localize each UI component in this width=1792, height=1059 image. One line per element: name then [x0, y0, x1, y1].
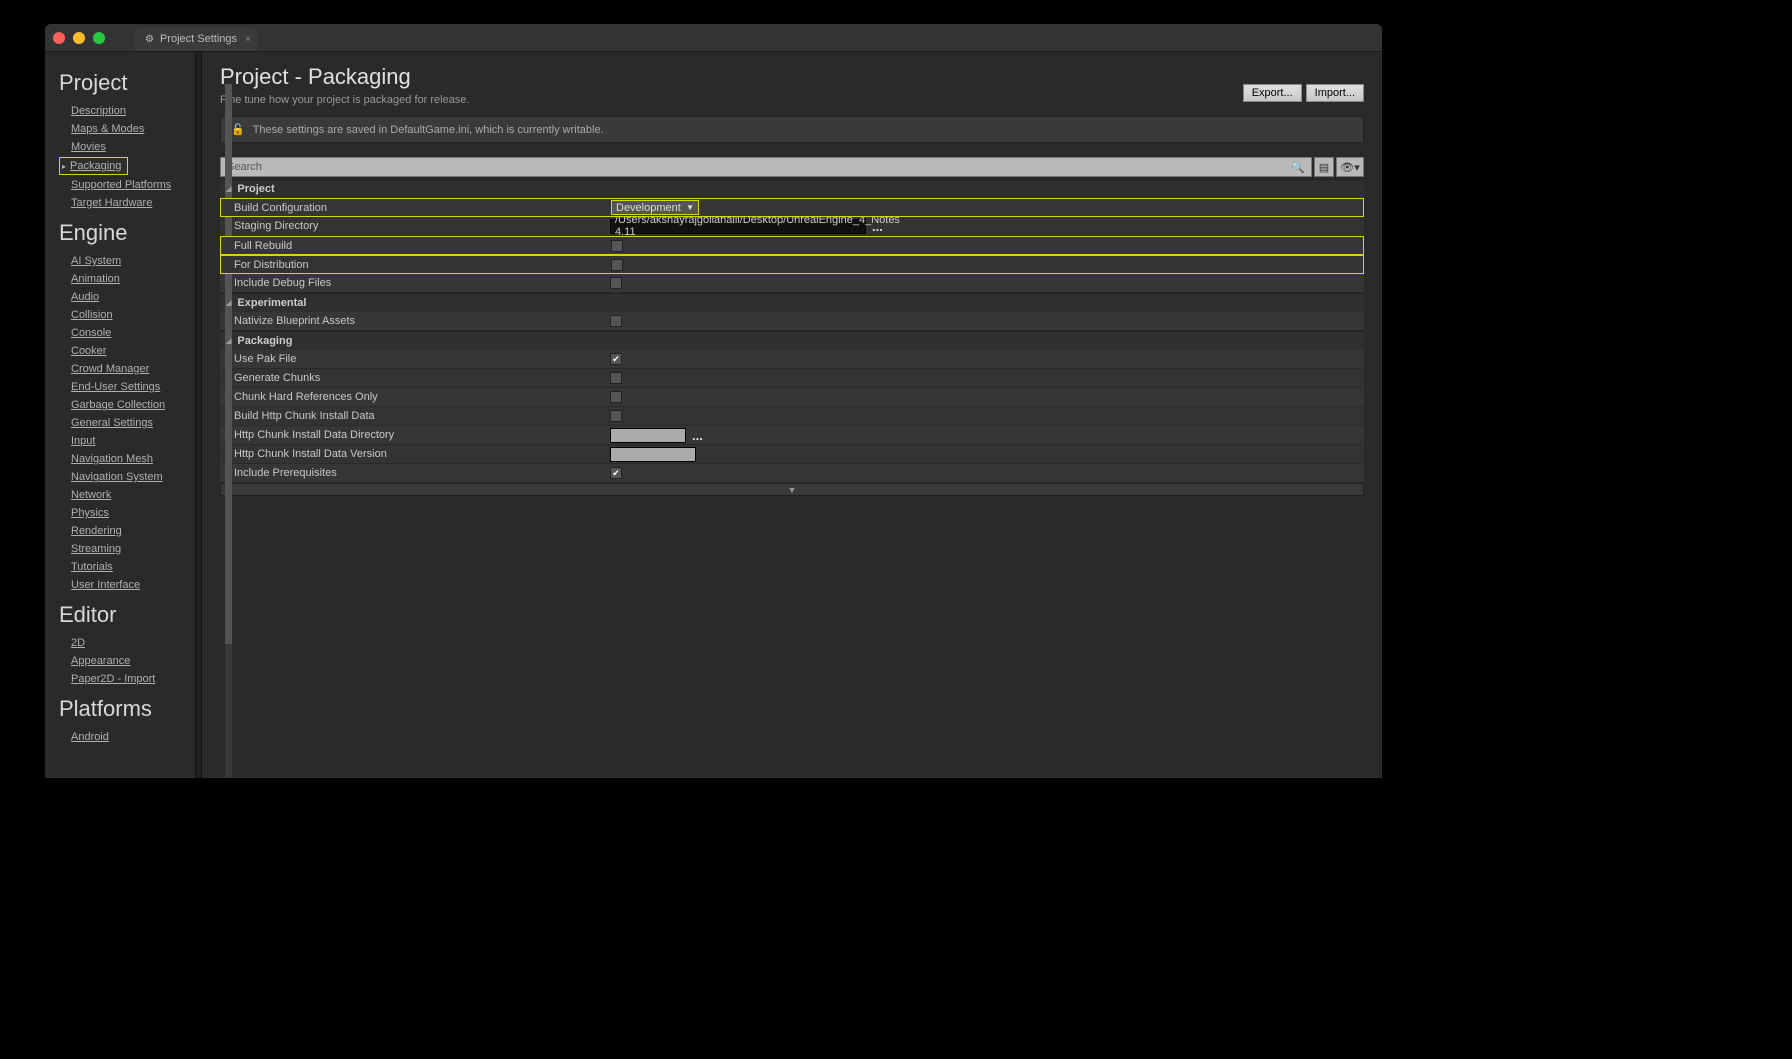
chunk-hard-refs-checkbox[interactable] — [610, 391, 622, 403]
staging-directory-browse-button[interactable]: ... — [872, 219, 883, 234]
sidebar-item-rendering[interactable]: Rendering — [59, 522, 195, 540]
maximize-button[interactable] — [93, 32, 105, 44]
visibility-button[interactable]: 👁▾ — [1336, 157, 1364, 177]
section-header-project[interactable]: Project — [220, 179, 1364, 198]
row-http-chunk-dir: Http Chunk Install Data Directory ... — [220, 426, 1364, 445]
build-configuration-dropdown[interactable]: Development ▼ — [611, 200, 699, 215]
sidebar-item-general-settings[interactable]: General Settings — [59, 414, 195, 432]
sidebar-item-user-interface[interactable]: User Interface — [59, 576, 195, 594]
section-header-packaging[interactable]: Packaging — [220, 331, 1364, 350]
sidebar-item-movies[interactable]: Movies — [59, 138, 195, 156]
include-debug-checkbox[interactable] — [610, 277, 622, 289]
row-for-distribution: For Distribution — [220, 255, 1364, 274]
row-include-prerequisites: Include Prerequisites — [220, 464, 1364, 483]
row-staging-directory: Staging Directory /Users/akshayrajgollah… — [220, 217, 1364, 236]
row-http-chunk-version: Http Chunk Install Data Version — [220, 445, 1364, 464]
window-chrome: ⚙ Project Settings × — [45, 24, 1382, 52]
minimize-button[interactable] — [73, 32, 85, 44]
grid-view-button[interactable]: ▤ — [1314, 157, 1334, 177]
app-body: Project Description Maps & Modes Movies … — [45, 52, 1382, 778]
row-include-debug: Include Debug Files — [220, 274, 1364, 293]
sidebar: Project Description Maps & Modes Movies … — [45, 52, 195, 778]
chevron-down-icon: ▼ — [686, 203, 694, 212]
expand-advanced-button[interactable]: ▼ — [220, 483, 1364, 496]
panel-resizer[interactable] — [195, 52, 202, 778]
page-subtitle: Fine tune how your project is packaged f… — [220, 94, 469, 106]
build-http-chunk-checkbox[interactable] — [610, 410, 622, 422]
page-title: Project - Packaging — [220, 64, 469, 90]
sidebar-item-maps-modes[interactable]: Maps & Modes — [59, 120, 195, 138]
sidebar-item-animation[interactable]: Animation — [59, 270, 195, 288]
info-bar: 🔓 These settings are saved in DefaultGam… — [220, 116, 1364, 143]
search-placeholder: Search — [227, 161, 262, 173]
category-platforms: Platforms — [59, 696, 195, 722]
http-chunk-dir-browse-button[interactable]: ... — [692, 428, 703, 443]
for-distribution-checkbox[interactable] — [611, 259, 623, 271]
sidebar-item-navigation-mesh[interactable]: Navigation Mesh — [59, 450, 195, 468]
sidebar-item-collision[interactable]: Collision — [59, 306, 195, 324]
row-chunk-hard-refs: Chunk Hard References Only — [220, 388, 1364, 407]
export-button[interactable]: Export... — [1243, 84, 1302, 102]
staging-directory-field[interactable]: /Users/akshayrajgollahalli/Desktop/Unrea… — [610, 219, 866, 234]
sidebar-item-input[interactable]: Input — [59, 432, 195, 450]
category-engine: Engine — [59, 220, 195, 246]
sidebar-item-target-hardware[interactable]: Target Hardware — [59, 194, 195, 212]
sidebar-item-2d[interactable]: 2D — [59, 634, 195, 652]
search-icon: 🔍 — [1291, 161, 1305, 174]
sidebar-item-packaging[interactable]: Packaging — [59, 157, 128, 175]
nativize-blueprint-checkbox[interactable] — [610, 315, 622, 327]
unlock-icon: 🔓 — [231, 123, 245, 136]
tab-project-settings[interactable]: ⚙ Project Settings × — [135, 27, 257, 51]
tab-label: Project Settings — [160, 33, 237, 45]
row-nativize-blueprint: Nativize Blueprint Assets — [220, 312, 1364, 331]
close-tab-icon[interactable]: × — [245, 34, 251, 45]
row-generate-chunks: Generate Chunks — [220, 369, 1364, 388]
sidebar-item-garbage-collection[interactable]: Garbage Collection — [59, 396, 195, 414]
category-project: Project — [59, 70, 195, 96]
sidebar-item-android[interactable]: Android — [59, 728, 195, 746]
sidebar-item-end-user-settings[interactable]: End-User Settings — [59, 378, 195, 396]
sidebar-item-ai-system[interactable]: AI System — [59, 252, 195, 270]
use-pak-checkbox[interactable] — [610, 353, 622, 365]
sidebar-item-supported-platforms[interactable]: Supported Platforms — [59, 176, 195, 194]
sidebar-item-appearance[interactable]: Appearance — [59, 652, 195, 670]
section-header-experimental[interactable]: Experimental — [220, 293, 1364, 312]
sidebar-item-cooker[interactable]: Cooker — [59, 342, 195, 360]
row-full-rebuild: Full Rebuild — [220, 236, 1364, 255]
http-chunk-version-field[interactable] — [610, 447, 696, 462]
generate-chunks-checkbox[interactable] — [610, 372, 622, 384]
window: ⚙ Project Settings × Project Description… — [45, 24, 1382, 778]
sidebar-item-network[interactable]: Network — [59, 486, 195, 504]
full-rebuild-checkbox[interactable] — [611, 240, 623, 252]
sidebar-item-navigation-system[interactable]: Navigation System — [59, 468, 195, 486]
http-chunk-dir-field[interactable] — [610, 428, 686, 443]
row-build-http-chunk: Build Http Chunk Install Data — [220, 407, 1364, 426]
sidebar-item-audio[interactable]: Audio — [59, 288, 195, 306]
sidebar-item-physics[interactable]: Physics — [59, 504, 195, 522]
info-text: These settings are saved in DefaultGame.… — [253, 124, 604, 136]
main-panel: Project - Packaging Fine tune how your p… — [202, 52, 1382, 778]
close-button[interactable] — [53, 32, 65, 44]
import-button[interactable]: Import... — [1306, 84, 1364, 102]
sidebar-item-description[interactable]: Description — [59, 102, 195, 120]
page-header: Project - Packaging Fine tune how your p… — [220, 64, 1364, 116]
sidebar-item-tutorials[interactable]: Tutorials — [59, 558, 195, 576]
row-build-configuration: Build Configuration Development ▼ — [220, 198, 1364, 217]
search-input[interactable]: Search 🔍 — [220, 157, 1312, 177]
traffic-lights — [53, 32, 105, 44]
sidebar-item-crowd-manager[interactable]: Crowd Manager — [59, 360, 195, 378]
row-use-pak: Use Pak File — [220, 350, 1364, 369]
gear-icon: ⚙ — [145, 34, 154, 45]
category-editor: Editor — [59, 602, 195, 628]
sidebar-item-streaming[interactable]: Streaming — [59, 540, 195, 558]
sidebar-scroll-thumb[interactable] — [225, 84, 232, 644]
sidebar-item-paper2d-import[interactable]: Paper2D - Import — [59, 670, 195, 688]
include-prerequisites-checkbox[interactable] — [610, 467, 622, 479]
sidebar-item-console[interactable]: Console — [59, 324, 195, 342]
